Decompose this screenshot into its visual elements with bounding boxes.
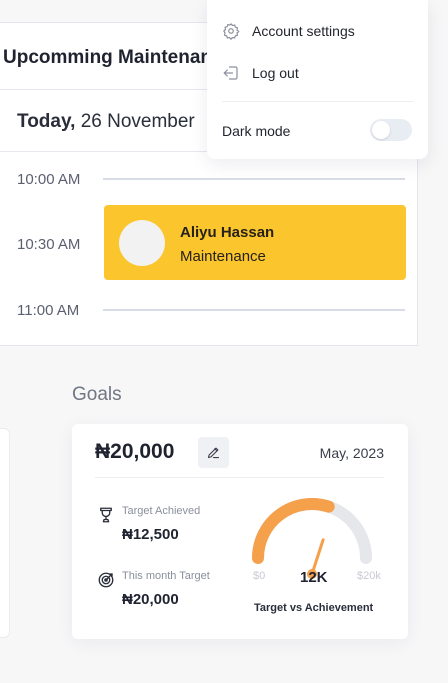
logout-icon <box>223 66 238 80</box>
side-card <box>0 428 10 638</box>
gauge-value-label: 12K <box>300 569 328 586</box>
menu-item-log-out[interactable]: Log out <box>222 64 299 82</box>
goal-amount: ₦20,000 <box>95 440 175 463</box>
gauge-fill <box>252 498 335 564</box>
event-type: Maintenance <box>180 248 266 265</box>
schedule-date: Today, 26 November <box>17 111 195 133</box>
dark-mode-label: Dark mode <box>222 123 291 139</box>
time-slot-label: 10:00 AM <box>17 171 81 188</box>
divider <box>95 477 384 478</box>
gauge-max-label: $20k <box>357 570 381 582</box>
date-prefix: Today, <box>17 111 76 132</box>
toggle-knob <box>372 121 390 139</box>
event-person-name: Aliyu Hassan <box>180 224 275 241</box>
time-slot-line <box>103 178 405 180</box>
stat-label: This month Target <box>122 570 210 582</box>
menu-item-account-settings[interactable]: Account settings <box>222 22 355 40</box>
time-slot-label: 11:00 AM <box>17 302 80 319</box>
dark-mode-toggle[interactable] <box>370 119 412 141</box>
gauge-caption: Target vs Achievement <box>254 602 374 614</box>
time-slot-label: 10:30 AM <box>17 236 81 253</box>
stat-value: ₦20,000 <box>122 591 179 608</box>
trophy-icon <box>100 507 112 523</box>
gauge-min-label: $0 <box>253 570 266 582</box>
menu-item-label: Log out <box>252 65 299 81</box>
pencil-icon <box>207 447 220 459</box>
time-slot-line <box>103 309 405 311</box>
divider <box>222 101 413 102</box>
avatar <box>119 220 165 266</box>
stat-label: Target Achieved <box>122 505 201 517</box>
schedule-title: Upcomming Maintenance <box>3 47 234 68</box>
maintenance-event[interactable]: Aliyu Hassan Maintenance <box>104 205 406 280</box>
goal-card: ₦20,000 May, 2023 Target Achieved ₦12,50… <box>72 424 408 639</box>
goals-heading: Goals <box>72 384 122 405</box>
goal-month: May, 2023 <box>319 445 384 461</box>
date-value: 26 November <box>80 111 195 132</box>
edit-goal-button[interactable] <box>198 437 229 468</box>
stat-value: ₦12,500 <box>122 526 179 543</box>
gear-icon <box>223 22 240 40</box>
target-icon <box>98 572 114 588</box>
user-dropdown-menu: Account settings Log out Dark mode <box>207 0 428 159</box>
menu-item-label: Account settings <box>252 23 355 39</box>
